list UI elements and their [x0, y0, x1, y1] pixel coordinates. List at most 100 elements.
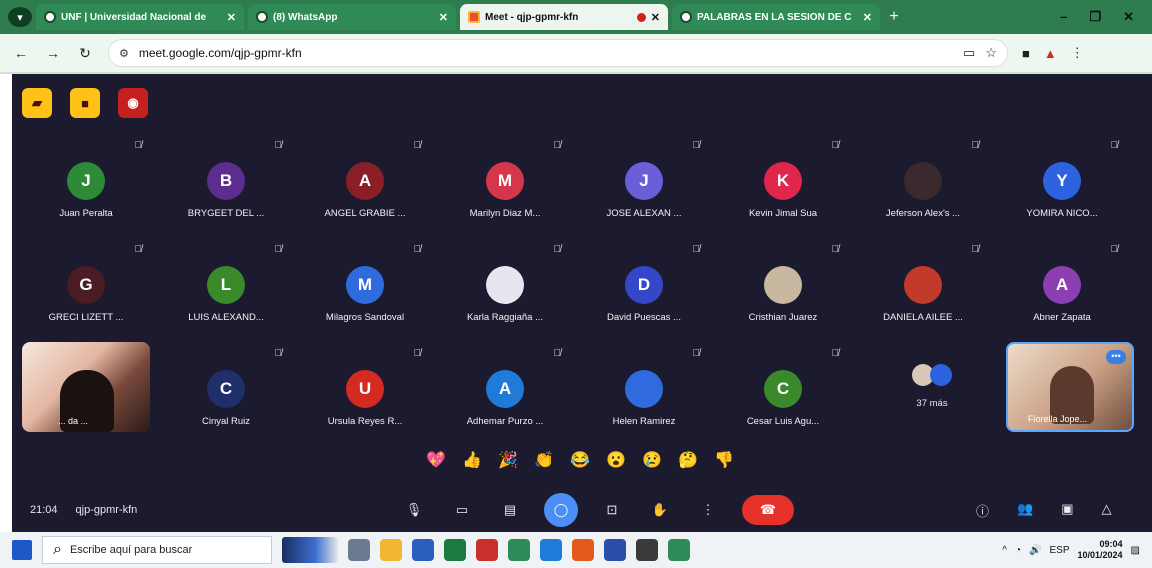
more-options-icon[interactable]: ⋮ — [694, 496, 722, 524]
network-icon[interactable]: ◔ — [1015, 545, 1021, 556]
muted-mic-icon: 🎙̸ — [1110, 244, 1119, 255]
reaction-heart-icon[interactable]: 💖 — [426, 450, 446, 470]
notifications-icon[interactable]: ▨ — [1131, 545, 1140, 556]
reload-icon[interactable]: ↻ — [76, 45, 94, 62]
participant-tile[interactable]: 🎙̸ K Kevin Jimal Sua — [713, 140, 853, 230]
more-options-icon[interactable]: ••• — [1106, 350, 1126, 364]
participant-tile[interactable]: 🎙̸ D David Puescas ... — [574, 244, 714, 334]
globe-icon — [680, 11, 692, 23]
reaction-laugh-icon[interactable]: 😂 — [570, 450, 590, 470]
volume-icon[interactable]: 🔊 — [1029, 545, 1041, 556]
participant-tile[interactable]: 🎙̸ G GRECI LIZETT ... — [16, 244, 156, 334]
minimize-icon[interactable]: – — [1060, 9, 1067, 25]
participant-tile[interactable]: 🎙̸ C Cesar Luis Agu... — [713, 348, 853, 438]
participant-video[interactable]: ... da ... — [22, 342, 150, 432]
app-icon[interactable] — [572, 539, 594, 561]
participant-name: Jeferson Alex's ... — [885, 208, 961, 219]
extension-alert-icon[interactable]: ▲ — [1044, 46, 1057, 61]
new-tab-button[interactable]: + — [884, 8, 904, 26]
start-icon[interactable] — [12, 540, 32, 560]
participant-tile[interactable]: 🎙̸ B BRYGEET DEL ... — [156, 140, 296, 230]
file-explorer-icon[interactable] — [380, 539, 402, 561]
activities-icon[interactable]: △ — [1102, 501, 1112, 520]
participant-tile[interactable]: 🎙̸ M Milagros Sandoval — [295, 244, 435, 334]
tab-whatsapp[interactable]: (8) WhatsApp ✕ — [248, 4, 456, 30]
taskbar-search[interactable]: ⌕ — [42, 536, 272, 564]
participant-tile[interactable]: 🎙̸ Cristhian Juarez — [713, 244, 853, 334]
participant-tile[interactable]: 🎙̸ A Adhemar Purzo ... — [435, 348, 575, 438]
camera-icon[interactable]: ▭ — [448, 496, 476, 524]
participant-tile[interactable]: 🎙̸ DANIELA AILEE ... — [853, 244, 993, 334]
recording-notice-icon[interactable]: ■ — [70, 88, 100, 118]
participant-tile[interactable]: 🎙̸ L LUIS ALEXAND... — [156, 244, 296, 334]
close-icon[interactable]: ✕ — [227, 11, 236, 24]
excel-icon[interactable] — [444, 539, 466, 561]
participant-tile[interactable]: 🎙̸ J Juan Peralta — [16, 140, 156, 230]
tab-unf[interactable]: UNF | Universidad Nacional de ✕ — [36, 4, 244, 30]
close-icon[interactable]: ✕ — [651, 11, 660, 24]
address-bar[interactable]: ⚙ ▭ ☆ — [108, 39, 1008, 67]
participant-tile[interactable]: 🎙̸ M Marilyn Diaz M... — [435, 140, 575, 230]
reaction-clap-icon[interactable]: 👏 — [534, 450, 554, 470]
tab-palabras[interactable]: PALABRAS EN LA SESIÓN DE C ✕ — [672, 4, 880, 30]
participant-tile[interactable]: 🎙̸ A ANGEL GRABIE ... — [295, 140, 435, 230]
participant-tile[interactable]: 🎙̸ J JOSE ALEXAN ... — [574, 140, 714, 230]
close-icon[interactable]: ✕ — [439, 11, 448, 24]
url-input[interactable] — [138, 46, 954, 60]
tab-meet[interactable]: Meet - qjp-gpmr-kfn ✕ — [460, 4, 668, 30]
close-window-icon[interactable]: ✕ — [1123, 9, 1134, 25]
info-icon[interactable]: ⓘ — [976, 501, 989, 520]
close-icon[interactable]: ✕ — [863, 11, 872, 24]
search-input[interactable] — [69, 544, 261, 556]
participant-tile[interactable]: 🎙̸ A Abner Zapata — [992, 244, 1132, 334]
tab-title: PALABRAS EN LA SESIÓN DE C — [697, 11, 852, 23]
extensions-icon[interactable]: ■ — [1022, 46, 1030, 61]
self-video[interactable]: ••• Fiorella Jope... — [1006, 342, 1134, 432]
muted-mic-icon: 🎙̸ — [553, 244, 562, 255]
word-icon[interactable] — [604, 539, 626, 561]
leave-call-button[interactable]: ☎ — [742, 495, 794, 525]
cast-icon[interactable]: ▭ — [963, 45, 975, 61]
back-icon[interactable]: ← — [12, 45, 30, 61]
chat-notice-icon[interactable]: ▰ — [22, 88, 52, 118]
tray-language[interactable]: ESP — [1049, 545, 1069, 556]
raise-hand-present-icon[interactable]: ◯ — [544, 493, 578, 527]
forward-icon[interactable]: → — [44, 45, 62, 61]
people-icon[interactable]: 👥 — [1017, 501, 1033, 520]
tab-search-icon[interactable]: ▾ — [8, 7, 32, 27]
more-participants-tile[interactable]: 37 más — [872, 350, 992, 430]
app-icon[interactable] — [636, 539, 658, 561]
system-clock[interactable]: 09:04 10/01/2024 — [1078, 539, 1123, 561]
reaction-thinking-icon[interactable]: 🤔 — [678, 450, 698, 470]
captions-icon[interactable]: ▤ — [496, 496, 524, 524]
chat-icon[interactable]: ▣ — [1061, 501, 1073, 520]
mail-icon[interactable] — [412, 539, 434, 561]
site-info-icon[interactable]: ⚙ — [119, 47, 129, 60]
chrome-icon[interactable] — [508, 539, 530, 561]
reaction-party-icon[interactable]: 🎉 — [498, 450, 518, 470]
participant-tile[interactable]: 🎙̸ Helen Ramirez — [574, 348, 714, 438]
participant-tile[interactable]: 🎙̸ Y YOMIRA NICO... — [992, 140, 1132, 230]
record-icon[interactable]: ◉ — [118, 88, 148, 118]
participant-tile[interactable]: 🎙̸ Jeferson Alex's ... — [853, 140, 993, 230]
chrome-icon[interactable] — [668, 539, 690, 561]
avatar: B — [207, 162, 245, 200]
hand-icon[interactable]: ✋ — [646, 496, 674, 524]
present-screen-icon[interactable]: ⊡ — [598, 496, 626, 524]
reaction-thumbs-up-icon[interactable]: 👍 — [462, 450, 482, 470]
reaction-thumbs-down-icon[interactable]: 👎 — [714, 450, 734, 470]
taskbar-thumbnail[interactable] — [282, 537, 338, 563]
reaction-sad-icon[interactable]: 😢 — [642, 450, 662, 470]
participant-tile[interactable]: 🎙̸ Karla Raggiaña ... — [435, 244, 575, 334]
task-view-icon[interactable] — [348, 539, 370, 561]
menu-icon[interactable]: ⋮ — [1071, 45, 1084, 61]
bookmark-star-icon[interactable]: ☆ — [985, 45, 997, 61]
participant-tile[interactable]: 🎙̸ U Ursula Reyes R... — [295, 348, 435, 438]
participant-tile[interactable]: 🎙̸ C Cinyal Ruiz — [156, 348, 296, 438]
edge-icon[interactable] — [540, 539, 562, 561]
chevron-up-icon[interactable]: ^ — [1002, 545, 1007, 556]
reaction-surprised-icon[interactable]: 😮 — [606, 450, 626, 470]
microphone-icon[interactable]: 🎙 — [400, 496, 428, 524]
maximize-icon[interactable]: ❐ — [1089, 9, 1101, 25]
powerpoint-icon[interactable] — [476, 539, 498, 561]
